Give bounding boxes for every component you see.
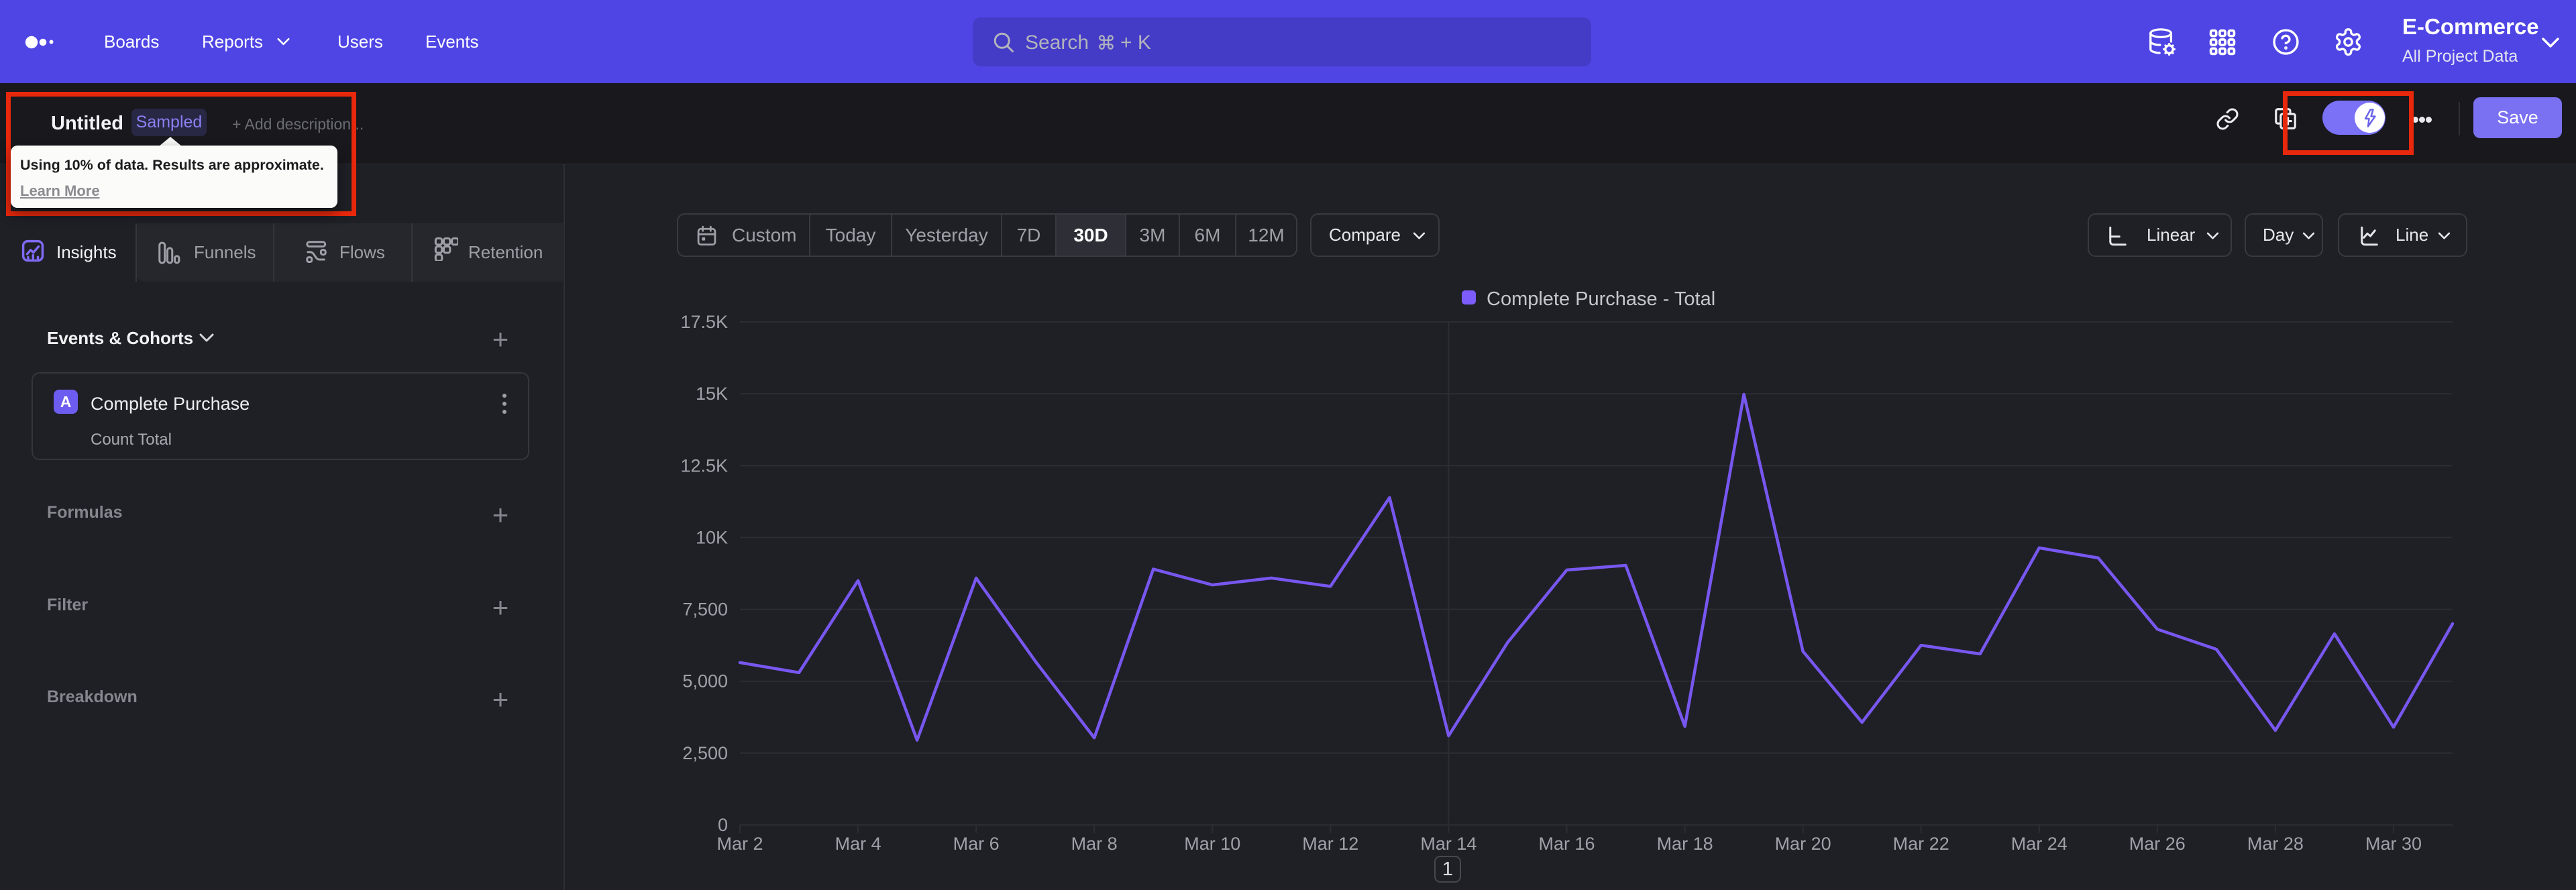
svg-text:Mar 6: Mar 6 xyxy=(953,834,1000,854)
svg-text:Mar 12: Mar 12 xyxy=(1302,834,1358,854)
svg-text:Mar 28: Mar 28 xyxy=(2247,834,2304,854)
svg-text:10K: 10K xyxy=(696,527,728,547)
svg-text:0: 0 xyxy=(718,815,728,835)
svg-text:12.5K: 12.5K xyxy=(680,455,728,476)
svg-text:17.5K: 17.5K xyxy=(680,312,728,332)
svg-text:2,500: 2,500 xyxy=(682,743,728,763)
svg-text:7,500: 7,500 xyxy=(682,600,728,620)
svg-text:Mar 20: Mar 20 xyxy=(1775,834,1831,854)
svg-text:15K: 15K xyxy=(696,384,728,404)
svg-text:Mar 22: Mar 22 xyxy=(1893,834,1949,854)
svg-text:Mar 14: Mar 14 xyxy=(1420,834,1477,854)
svg-text:Mar 4: Mar 4 xyxy=(835,834,881,854)
svg-text:Mar 18: Mar 18 xyxy=(1657,834,1713,854)
svg-text:Mar 24: Mar 24 xyxy=(2011,834,2068,854)
svg-text:Mar 30: Mar 30 xyxy=(2365,834,2422,854)
svg-text:Mar 10: Mar 10 xyxy=(1184,834,1240,854)
svg-text:Mar 2: Mar 2 xyxy=(716,834,763,854)
svg-text:Mar 26: Mar 26 xyxy=(2129,834,2186,854)
svg-text:5,000: 5,000 xyxy=(682,671,728,691)
svg-text:Mar 8: Mar 8 xyxy=(1071,834,1118,854)
svg-text:Mar 16: Mar 16 xyxy=(1538,834,1595,854)
